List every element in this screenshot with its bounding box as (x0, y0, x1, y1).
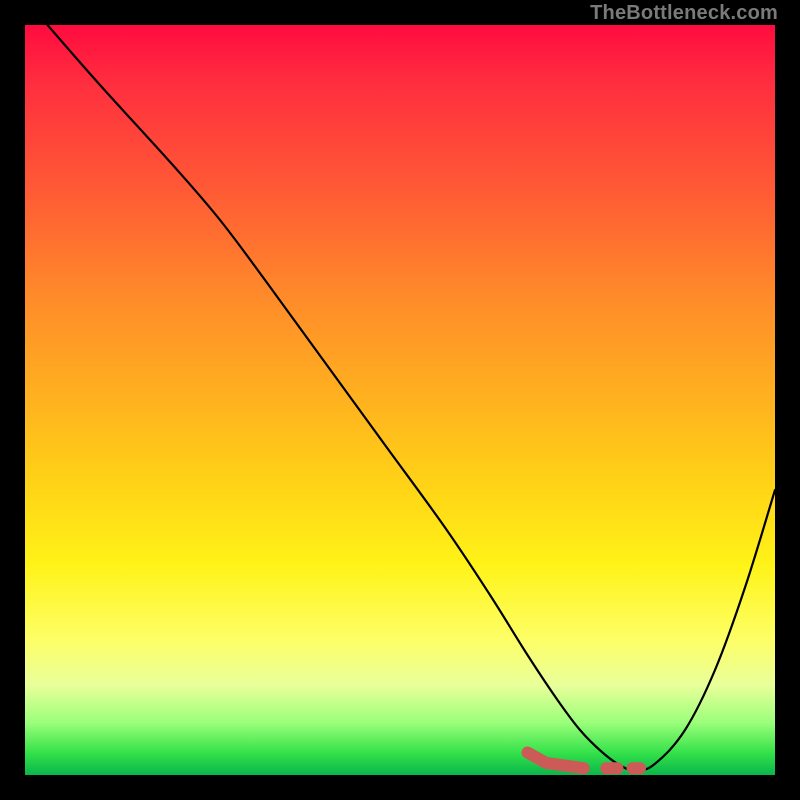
main-curve (48, 25, 776, 771)
plot-area (25, 25, 775, 775)
chart-svg (25, 25, 775, 775)
highlight-dash-segment (546, 763, 584, 768)
chart-frame: TheBottleneck.com (0, 0, 800, 800)
watermark-text: TheBottleneck.com (590, 2, 778, 25)
